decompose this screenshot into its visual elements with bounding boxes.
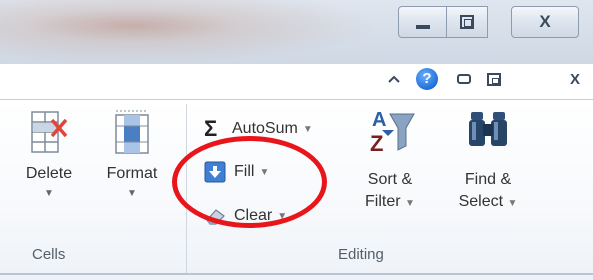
svg-text:Z: Z xyxy=(370,131,383,156)
chevron-down-icon: ▼ xyxy=(127,188,137,199)
sort-filter-label-line1: Sort & xyxy=(367,171,413,188)
window-minimize-button[interactable] xyxy=(398,6,446,38)
editing-group-label: Editing xyxy=(338,246,384,263)
title-bar xyxy=(0,0,593,64)
close-icon: X xyxy=(539,12,551,31)
chevron-down-icon: ▼ xyxy=(507,198,518,209)
sort-filter-icon: A Z xyxy=(370,109,415,156)
find-select-label-line1: Find & xyxy=(464,171,512,188)
workbook-minimize-button[interactable] xyxy=(452,62,476,96)
title-blur xyxy=(0,0,380,64)
delete-label: Delete xyxy=(25,165,73,182)
restore-icon xyxy=(460,15,474,29)
delete-cells-icon xyxy=(31,111,68,153)
close-icon: X xyxy=(569,70,580,88)
svg-text:A: A xyxy=(372,109,386,131)
format-label: Format xyxy=(106,165,158,182)
format-button[interactable]: Format ▼ xyxy=(96,108,168,199)
collapse-ribbon-button[interactable] xyxy=(382,62,406,96)
ribbon-minimize-icon xyxy=(457,74,471,84)
delete-button[interactable]: Delete ▼ xyxy=(12,108,86,199)
sort-filter-button[interactable]: A Z Sort & Filter ▼ xyxy=(350,106,430,214)
cells-group-label: Cells xyxy=(32,246,66,263)
window-restore-button[interactable] xyxy=(446,6,488,38)
format-cells-icon xyxy=(115,110,149,154)
binoculars-icon xyxy=(469,112,507,146)
help-button[interactable]: ? xyxy=(414,62,440,96)
find-select-label-line2: Select ▼ xyxy=(459,192,518,214)
annotation-circle xyxy=(172,136,327,228)
minimize-icon xyxy=(415,25,430,29)
chevron-up-icon xyxy=(388,75,400,83)
find-select-text: Select xyxy=(458,193,504,210)
chevron-down-icon: ▼ xyxy=(44,188,54,199)
workbook-restore-button[interactable] xyxy=(482,62,506,96)
chevron-down-icon: ▼ xyxy=(405,198,415,209)
chevron-down-icon: ▼ xyxy=(302,123,313,135)
help-icon: ? xyxy=(416,68,438,90)
ribbon-bottom-border xyxy=(0,273,593,275)
ribbon-restore-icon xyxy=(487,72,501,86)
find-select-button[interactable]: Find & Select ▼ xyxy=(444,106,532,214)
sort-filter-label-line2: Filter ▼ xyxy=(365,192,415,214)
workbook-close-button[interactable]: X xyxy=(563,62,587,96)
window-close-button[interactable]: X xyxy=(511,6,579,38)
sort-filter-text: Filter xyxy=(365,193,401,210)
